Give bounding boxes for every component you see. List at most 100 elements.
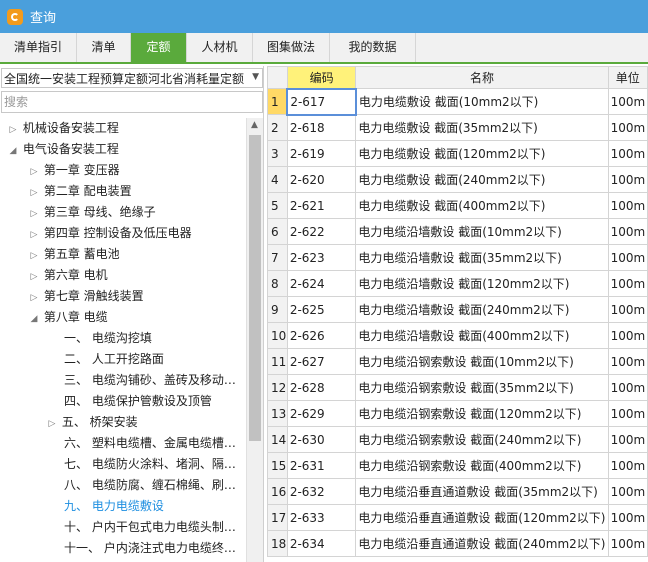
tree-item[interactable]: 六、 塑料电缆槽、金属电缆槽… bbox=[0, 433, 246, 454]
table-row[interactable]: 3 2-619 电力电缆敷设 截面(120mm2以下) 100m bbox=[267, 140, 648, 167]
cell-code[interactable]: 2-625 bbox=[286, 296, 357, 323]
cell-unit[interactable]: 100m bbox=[607, 478, 648, 505]
tab-list-guide[interactable]: 清单指引 bbox=[0, 33, 77, 62]
tree-item[interactable]: 一、 电缆沟挖填 bbox=[0, 328, 246, 349]
cell-unit[interactable]: 100m bbox=[607, 88, 648, 115]
cell-name[interactable]: 电力电缆沿钢索敷设 截面(120mm2以下) bbox=[355, 400, 609, 427]
tree-item[interactable]: 十、 户内干包式电力电缆头制… bbox=[0, 517, 246, 538]
cell-unit[interactable]: 100m bbox=[607, 504, 648, 531]
row-number[interactable]: 1 bbox=[267, 88, 288, 115]
tab-labor-material-machine[interactable]: 人材机 bbox=[187, 33, 253, 62]
tree-item[interactable]: ◢ 电气设备安装工程 bbox=[0, 139, 246, 160]
header-name[interactable]: 名称 bbox=[355, 66, 609, 89]
cell-name[interactable]: 电力电缆沿垂直通道敷设 截面(240mm2以下) bbox=[355, 530, 609, 557]
tab-my-data[interactable]: 我的数据 bbox=[330, 33, 416, 62]
collapse-arrow-icon[interactable]: ◢ bbox=[7, 141, 19, 162]
row-number[interactable]: 17 bbox=[267, 504, 288, 531]
table-row[interactable]: 15 2-631 电力电缆沿钢索敷设 截面(400mm2以下) 100m bbox=[267, 452, 648, 479]
cell-code[interactable]: 2-634 bbox=[286, 530, 357, 557]
cell-unit[interactable]: 100m bbox=[607, 348, 648, 375]
table-row[interactable]: 14 2-630 电力电缆沿钢索敷设 截面(240mm2以下) 100m bbox=[267, 426, 648, 453]
table-row[interactable]: 18 2-634 电力电缆沿垂直通道敷设 截面(240mm2以下) 100m bbox=[267, 530, 648, 557]
cell-code[interactable]: 2-621 bbox=[286, 192, 357, 219]
tree-item[interactable]: 八、 电缆防腐、缠石棉绳、刷… bbox=[0, 475, 246, 496]
row-number[interactable]: 12 bbox=[267, 374, 288, 401]
cell-code[interactable]: 2-631 bbox=[286, 452, 357, 479]
search-input[interactable] bbox=[1, 91, 263, 113]
table-row[interactable]: 16 2-632 电力电缆沿垂直通道敷设 截面(35mm2以下) 100m bbox=[267, 478, 648, 505]
cell-name[interactable]: 电力电缆沿钢索敷设 截面(240mm2以下) bbox=[355, 426, 609, 453]
scrollbar-thumb[interactable] bbox=[249, 135, 261, 441]
row-number[interactable]: 10 bbox=[267, 322, 288, 349]
row-number[interactable]: 13 bbox=[267, 400, 288, 427]
cell-unit[interactable]: 100m bbox=[607, 140, 648, 167]
expand-arrow-icon[interactable]: ▷ bbox=[28, 246, 40, 267]
row-number[interactable]: 6 bbox=[267, 218, 288, 245]
cell-name[interactable]: 电力电缆敷设 截面(120mm2以下) bbox=[355, 140, 609, 167]
expand-arrow-icon[interactable]: ▷ bbox=[28, 267, 40, 288]
chevron-down-icon[interactable]: ▼ bbox=[252, 72, 259, 82]
table-row[interactable]: 10 2-626 电力电缆沿墙敷设 截面(400mm2以下) 100m bbox=[267, 322, 648, 349]
tree-scrollbar[interactable]: ▲ bbox=[246, 118, 263, 562]
cell-unit[interactable]: 100m bbox=[607, 426, 648, 453]
tree-item[interactable]: ▷ 第六章 电机 bbox=[0, 265, 246, 286]
row-number[interactable]: 7 bbox=[267, 244, 288, 271]
table-row[interactable]: 7 2-623 电力电缆沿墙敷设 截面(35mm2以下) 100m bbox=[267, 244, 648, 271]
cell-name[interactable]: 电力电缆沿墙敷设 截面(400mm2以下) bbox=[355, 322, 609, 349]
expand-arrow-icon[interactable]: ▷ bbox=[28, 162, 40, 183]
cell-unit[interactable]: 100m bbox=[607, 192, 648, 219]
row-number[interactable]: 16 bbox=[267, 478, 288, 505]
cell-name[interactable]: 电力电缆沿垂直通道敷设 截面(35mm2以下) bbox=[355, 478, 609, 505]
table-row[interactable]: 9 2-625 电力电缆沿墙敷设 截面(240mm2以下) 100m bbox=[267, 296, 648, 323]
tree-item[interactable]: 三、 电缆沟铺砂、盖砖及移动… bbox=[0, 370, 246, 391]
cell-code[interactable]: 2-633 bbox=[286, 504, 357, 531]
table-row[interactable]: 8 2-624 电力电缆沿墙敷设 截面(120mm2以下) 100m bbox=[267, 270, 648, 297]
table-row[interactable]: 12 2-628 电力电缆沿钢索敷设 截面(35mm2以下) 100m bbox=[267, 374, 648, 401]
cell-unit[interactable]: 100m bbox=[607, 218, 648, 245]
row-number[interactable]: 18 bbox=[267, 530, 288, 557]
expand-arrow-icon[interactable]: ▷ bbox=[28, 183, 40, 204]
cell-code[interactable]: 2-619 bbox=[286, 140, 357, 167]
row-number[interactable]: 11 bbox=[267, 348, 288, 375]
cell-code[interactable]: 2-632 bbox=[286, 478, 357, 505]
cell-unit[interactable]: 100m bbox=[607, 322, 648, 349]
header-code[interactable]: 编码 bbox=[286, 66, 357, 89]
cell-code[interactable]: 2-618 bbox=[286, 114, 357, 141]
tree-item[interactable]: ▷ 五、 桥架安装 bbox=[0, 412, 246, 433]
tree-item[interactable]: 十一、 户内浇注式电力电缆终… bbox=[0, 538, 246, 559]
table-row[interactable]: 1 2-617 电力电缆敷设 截面(10mm2以下) 100m bbox=[267, 87, 648, 116]
cell-name[interactable]: 电力电缆敷设 截面(400mm2以下) bbox=[355, 192, 609, 219]
quota-library-select[interactable]: 全国统一安装工程预算定额河北省消耗量定额 ▼ bbox=[1, 68, 263, 88]
cell-name[interactable]: 电力电缆敷设 截面(35mm2以下) bbox=[355, 114, 609, 141]
cell-name[interactable]: 电力电缆敷设 截面(10mm2以下) bbox=[355, 88, 609, 115]
tab-list[interactable]: 清单 bbox=[77, 33, 131, 62]
cell-code[interactable]: 2-617 bbox=[286, 87, 357, 116]
tree-item[interactable]: ▷ 机械设备安装工程 bbox=[0, 118, 246, 139]
expand-arrow-icon[interactable]: ▷ bbox=[7, 120, 19, 141]
cell-name[interactable]: 电力电缆沿钢索敷设 截面(400mm2以下) bbox=[355, 452, 609, 479]
table-row[interactable]: 4 2-620 电力电缆敷设 截面(240mm2以下) 100m bbox=[267, 166, 648, 193]
cell-unit[interactable]: 100m bbox=[607, 400, 648, 427]
table-row[interactable]: 5 2-621 电力电缆敷设 截面(400mm2以下) 100m bbox=[267, 192, 648, 219]
cell-code[interactable]: 2-623 bbox=[286, 244, 357, 271]
tree-item[interactable]: 七、 电缆防火涂料、堵洞、隔… bbox=[0, 454, 246, 475]
row-number[interactable]: 9 bbox=[267, 296, 288, 323]
collapse-arrow-icon[interactable]: ◢ bbox=[28, 309, 40, 330]
row-number[interactable]: 14 bbox=[267, 426, 288, 453]
cell-name[interactable]: 电力电缆沿墙敷设 截面(120mm2以下) bbox=[355, 270, 609, 297]
cell-unit[interactable]: 100m bbox=[607, 270, 648, 297]
cell-code[interactable]: 2-628 bbox=[286, 374, 357, 401]
tree-item[interactable]: ▷ 第七章 滑触线装置 bbox=[0, 286, 246, 307]
tree-item[interactable]: ▷ 第五章 蓄电池 bbox=[0, 244, 246, 265]
tree-item[interactable]: ◢ 第八章 电缆 bbox=[0, 307, 246, 328]
cell-name[interactable]: 电力电缆沿墙敷设 截面(10mm2以下) bbox=[355, 218, 609, 245]
expand-arrow-icon[interactable]: ▷ bbox=[28, 288, 40, 309]
tree-item[interactable]: 九、 电力电缆敷设 bbox=[0, 496, 246, 517]
cell-code[interactable]: 2-630 bbox=[286, 426, 357, 453]
expand-arrow-icon[interactable]: ▷ bbox=[28, 204, 40, 225]
row-number[interactable]: 15 bbox=[267, 452, 288, 479]
cell-unit[interactable]: 100m bbox=[607, 296, 648, 323]
cell-unit[interactable]: 100m bbox=[607, 166, 648, 193]
tree-item[interactable]: ▷ 第四章 控制设备及低压电器 bbox=[0, 223, 246, 244]
cell-code[interactable]: 2-624 bbox=[286, 270, 357, 297]
